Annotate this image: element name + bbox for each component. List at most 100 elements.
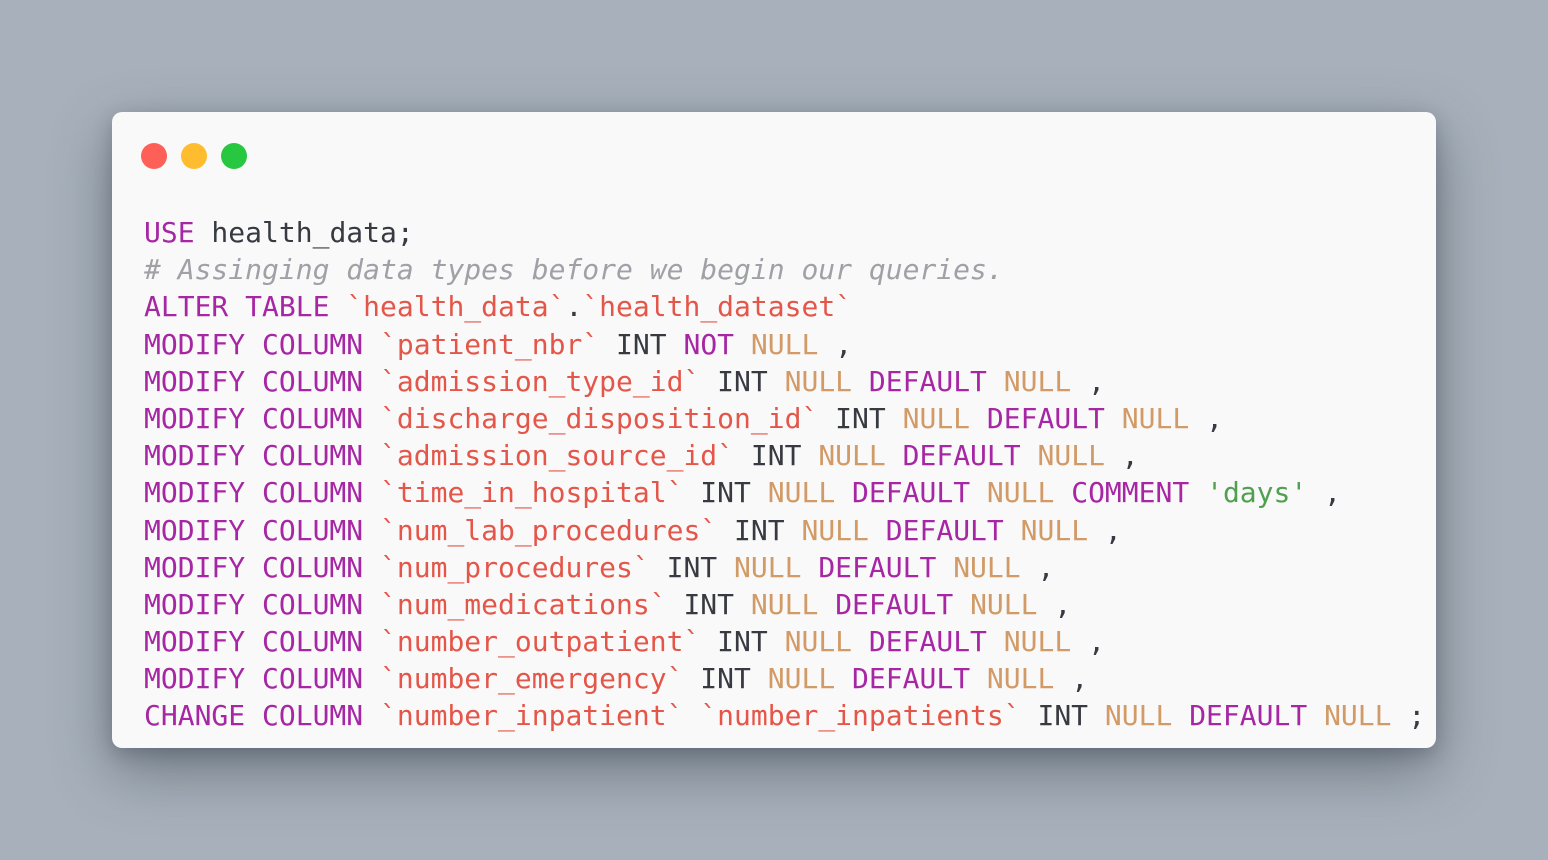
code-text: , (818, 327, 853, 361)
code-text: , (1071, 625, 1105, 659)
sql-keyword: MODIFY COLUMN (144, 439, 364, 473)
sql-code-block: USE health_data; # Assinging data types b… (144, 214, 1425, 735)
identifier: `num_lab_procedures` (380, 513, 718, 547)
sql-keyword: NOT (683, 327, 735, 361)
code-line: MODIFY COLUMN `num_lab_procedures` INT N… (144, 512, 1425, 549)
sql-keyword: DEFAULT (852, 662, 971, 696)
code-text: INT (1020, 699, 1105, 733)
null-literal: NULL (1003, 364, 1072, 398)
null-literal: NULL (1104, 699, 1173, 733)
sql-keyword: DEFAULT (868, 625, 987, 659)
sql-keyword: MODIFY COLUMN (144, 587, 364, 621)
code-line: MODIFY COLUMN `number_emergency` INT NUL… (144, 660, 1425, 697)
identifier: `health_dataset` (582, 290, 853, 324)
null-literal: NULL (986, 476, 1055, 510)
close-dot-icon[interactable] (141, 143, 167, 169)
code-text: , (1088, 513, 1122, 547)
code-text: . (565, 290, 583, 324)
code-line: USE health_data; (144, 214, 1425, 251)
sql-keyword: ALTER TABLE (144, 290, 330, 324)
maximize-dot-icon[interactable] (221, 143, 247, 169)
null-literal: NULL (818, 439, 886, 473)
null-literal: NULL (784, 625, 853, 659)
code-text: , (1037, 587, 1072, 621)
sql-keyword: MODIFY COLUMN (144, 625, 364, 659)
code-text: INT (683, 662, 768, 696)
sql-keyword: MODIFY COLUMN (144, 364, 364, 398)
identifier: `time_in_hospital` (380, 476, 684, 510)
null-literal: NULL (986, 662, 1055, 696)
code-line: CHANGE COLUMN `number_inpatient` `number… (144, 697, 1425, 734)
code-line: ALTER TABLE `health_data`.`health_datase… (144, 288, 1425, 325)
code-line: MODIFY COLUMN `admission_type_id` INT NU… (144, 363, 1425, 400)
identifier: `admission_source_id` (380, 439, 735, 473)
code-text: INT (700, 364, 785, 398)
sql-keyword: DEFAULT (818, 550, 937, 584)
code-window: USE health_data; # Assinging data types b… (112, 112, 1436, 748)
identifier: `patient_nbr` (380, 327, 600, 361)
null-literal: NULL (750, 587, 819, 621)
identifier: `number_inpatient` (380, 699, 684, 733)
code-text: INT (700, 625, 785, 659)
sql-keyword: CHANGE COLUMN (144, 699, 364, 733)
window-controls (141, 143, 247, 169)
code-text: , (1307, 476, 1341, 510)
null-literal: NULL (734, 550, 802, 584)
identifier: `admission_type_id` (380, 364, 701, 398)
sql-keyword: MODIFY COLUMN (144, 550, 364, 584)
code-line: MODIFY COLUMN `num_procedures` INT NULL … (144, 549, 1425, 586)
null-literal: NULL (970, 587, 1038, 621)
code-line: MODIFY COLUMN `time_in_hospital` INT NUL… (144, 474, 1425, 511)
code-text: , (1020, 550, 1055, 584)
sql-keyword: DEFAULT (902, 439, 1021, 473)
null-literal: NULL (801, 513, 869, 547)
sql-keyword: DEFAULT (868, 364, 987, 398)
null-literal: NULL (767, 662, 836, 696)
identifier: `health_data` (346, 290, 566, 324)
identifier: `number_outpatient` (380, 625, 701, 659)
sql-keyword: MODIFY COLUMN (144, 662, 364, 696)
sql-keyword: MODIFY COLUMN (144, 513, 364, 547)
minimize-dot-icon[interactable] (181, 143, 207, 169)
null-literal: NULL (750, 327, 819, 361)
identifier: `number_inpatients` (700, 699, 1021, 733)
sql-keyword: DEFAULT (885, 513, 1004, 547)
sql-keyword: MODIFY COLUMN (144, 327, 364, 361)
null-literal: NULL (784, 364, 853, 398)
sql-keyword: COMMENT (1071, 476, 1190, 510)
code-text: INT (717, 513, 802, 547)
identifier: `num_procedures` (380, 550, 650, 584)
code-comment: # Assinging data types before we begin o… (144, 253, 1004, 287)
code-text: , (1189, 401, 1223, 435)
code-text: , (1054, 662, 1089, 696)
code-line: MODIFY COLUMN `discharge_disposition_id`… (144, 400, 1425, 437)
null-literal: NULL (767, 476, 836, 510)
null-literal: NULL (1020, 513, 1089, 547)
null-literal: NULL (1324, 699, 1392, 733)
code-line: # Assinging data types before we begin o… (144, 251, 1425, 288)
